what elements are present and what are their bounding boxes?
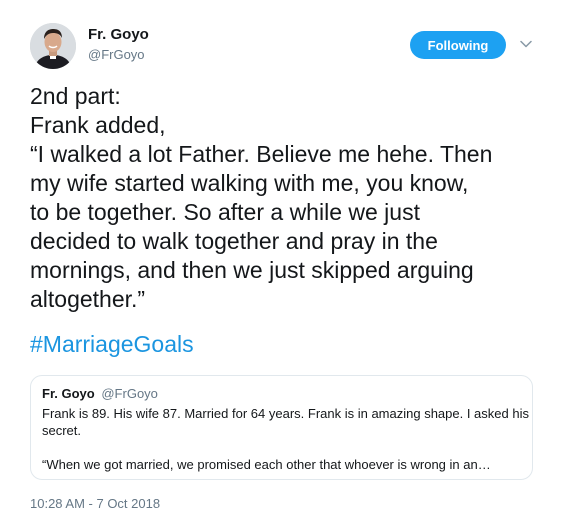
quoted-tweet-text: Frank is 89. His wife 87. Married for 64… bbox=[42, 405, 529, 473]
quoted-author-handle: @FrGoyo bbox=[101, 386, 158, 401]
author-name[interactable]: Fr. Goyo bbox=[88, 26, 149, 43]
profile-photo-icon bbox=[30, 23, 76, 69]
author-avatar[interactable] bbox=[30, 23, 76, 69]
following-button[interactable]: Following bbox=[410, 31, 506, 59]
tweet-timestamp[interactable]: 10:28 AM - 7 Oct 2018 bbox=[30, 496, 160, 511]
quoted-tweet[interactable]: Fr. Goyo @FrGoyo Frank is 89. His wife 8… bbox=[30, 375, 533, 480]
quoted-author-name: Fr. Goyo bbox=[42, 386, 95, 401]
chevron-down-icon[interactable] bbox=[518, 36, 534, 52]
quoted-text-spacer bbox=[42, 439, 522, 456]
quoted-text-line: “When we got married, we promised each o… bbox=[42, 457, 491, 472]
tweet-text-line: altogether.” bbox=[30, 286, 146, 312]
tweet-text-line: my wife started walking with me, you kno… bbox=[30, 170, 469, 196]
tweet-text-line: 2nd part: bbox=[30, 83, 121, 109]
quoted-tweet-header: Fr. Goyo @FrGoyo bbox=[42, 386, 158, 401]
quoted-text-line: secret. bbox=[42, 423, 82, 438]
hashtag-link[interactable]: #MarriageGoals bbox=[30, 330, 194, 359]
tweet-text-line: “I walked a lot Father. Believe me hehe.… bbox=[30, 141, 493, 167]
tweet-text-line: to be together. So after a while we just bbox=[30, 199, 420, 225]
quoted-text-line: Frank is 89. His wife 87. Married for 64… bbox=[42, 406, 529, 421]
author-handle[interactable]: @FrGoyo bbox=[88, 47, 145, 62]
tweet-text-line: decided to walk together and pray in the bbox=[30, 228, 438, 254]
tweet-text-line: mornings, and then we just skipped argui… bbox=[30, 257, 474, 283]
tweet-text: 2nd part: Frank added, “I walked a lot F… bbox=[30, 82, 545, 314]
tweet-card: Fr. Goyo @FrGoyo Following 2nd part: Fra… bbox=[0, 0, 568, 521]
tweet-text-line: Frank added, bbox=[30, 112, 166, 138]
